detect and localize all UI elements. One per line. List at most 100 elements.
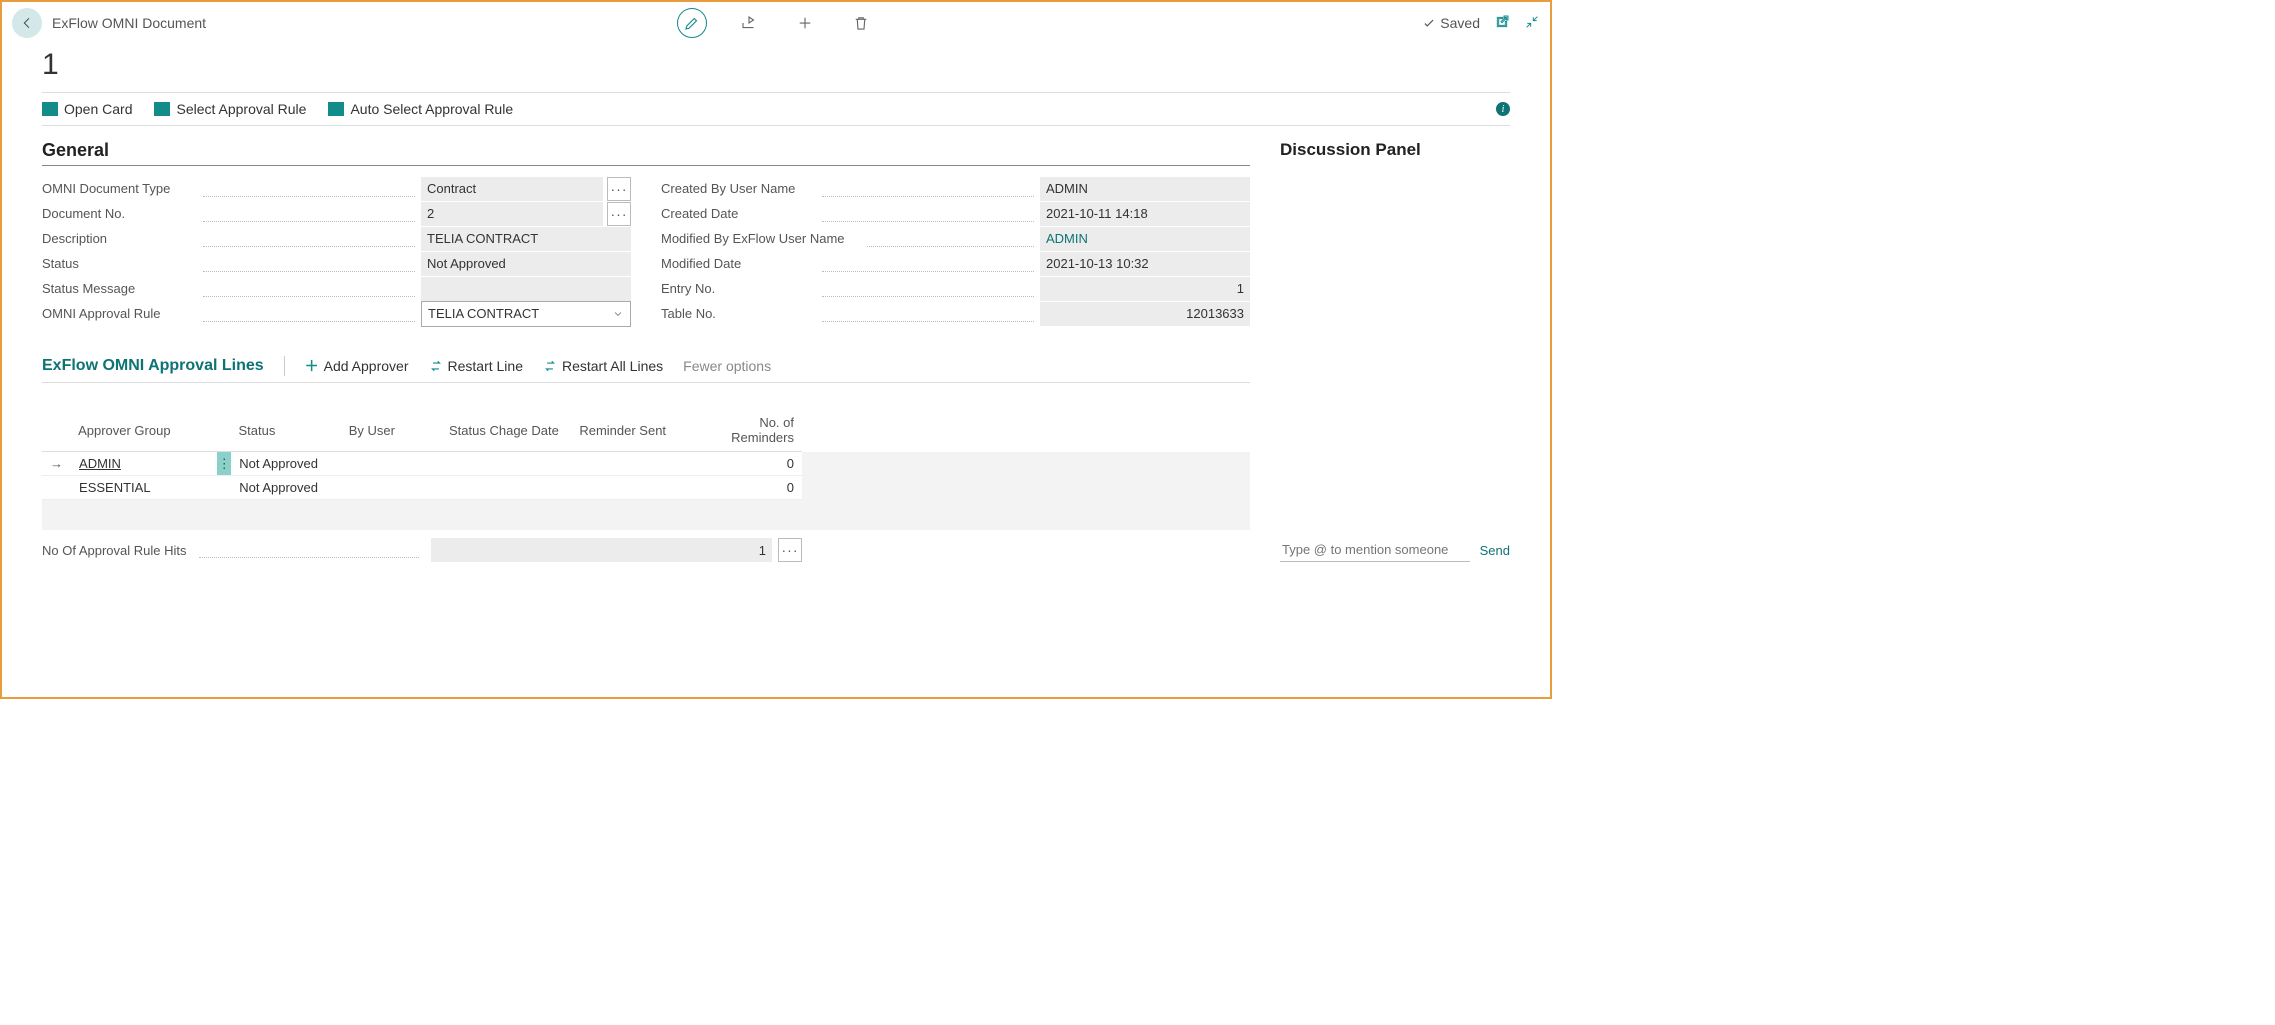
auto-select-rule-action[interactable]: Auto Select Approval Rule (328, 101, 513, 117)
created-by-label: Created By User Name (661, 181, 816, 196)
status-msg-label: Status Message (42, 281, 197, 296)
cell-by-user (341, 476, 441, 500)
info-button[interactable]: i (1496, 102, 1510, 116)
form-left-column: OMNI Document Type Contract ··· Document… (42, 176, 631, 326)
header-toolbar (677, 8, 875, 38)
rule-hits-lookup[interactable]: ··· (778, 538, 802, 562)
restart-line-action[interactable]: Restart Line (429, 358, 523, 374)
col-no-reminders[interactable]: No. of Reminders (692, 409, 802, 452)
cell-status-change-date (441, 452, 571, 476)
breadcrumb: ExFlow OMNI Document (52, 15, 206, 31)
edit-button[interactable] (677, 8, 707, 38)
doc-no-lookup[interactable]: ··· (607, 202, 631, 226)
table-no-value: 12013633 (1040, 302, 1250, 326)
doc-type-label: OMNI Document Type (42, 181, 197, 196)
doc-no-value[interactable]: 2 (421, 202, 603, 226)
restart-all-label: Restart All Lines (562, 358, 663, 374)
card-icon (42, 102, 58, 116)
add-approver-action[interactable]: ＋ Add Approver (305, 356, 409, 376)
restart-line-label: Restart Line (448, 358, 523, 374)
record-number: 1 (42, 48, 1510, 82)
col-reminder-sent[interactable]: Reminder Sent (571, 409, 691, 452)
lines-title: ExFlow OMNI Approval Lines (42, 357, 264, 375)
discussion-panel: Discussion Panel Send (1280, 140, 1510, 562)
col-approver-group[interactable]: Approver Group (70, 409, 200, 452)
description-value[interactable]: TELIA CONTRACT (421, 227, 631, 251)
modified-date-value: 2021-10-13 10:32 (1040, 252, 1250, 276)
approval-rule-select[interactable]: TELIA CONTRACT (421, 301, 631, 327)
modified-date-label: Modified Date (661, 256, 816, 271)
modified-by-value[interactable]: ADMIN (1040, 227, 1250, 251)
back-button[interactable] (12, 8, 42, 38)
entry-no-label: Entry No. (661, 281, 816, 296)
saved-label: Saved (1440, 15, 1480, 31)
rule-hits-value: 1 (431, 538, 772, 562)
rule-hits-label: No Of Approval Rule Hits (42, 543, 187, 558)
cell-reminder-sent (572, 452, 692, 476)
cell-no-reminders: 0 (692, 476, 802, 500)
check-icon (1422, 16, 1436, 30)
popout-icon (1494, 14, 1510, 30)
new-button[interactable] (791, 9, 819, 37)
cell-status: Not Approved (231, 452, 341, 476)
modified-by-label: Modified By ExFlow User Name (661, 231, 861, 246)
form-right-column: Created By User Name ADMIN Created Date … (661, 176, 1250, 326)
delete-button[interactable] (847, 9, 875, 37)
status-value: Not Approved (421, 252, 631, 276)
status-msg-value (421, 277, 631, 301)
description-label: Description (42, 231, 197, 246)
share-button[interactable] (735, 9, 763, 37)
open-card-label: Open Card (64, 101, 132, 117)
cell-by-user (341, 452, 441, 476)
col-by-user[interactable]: By User (341, 409, 441, 452)
status-label: Status (42, 256, 197, 271)
entry-no-value: 1 (1040, 277, 1250, 301)
discussion-title: Discussion Panel (1280, 140, 1510, 160)
row-indicator-icon: → (50, 456, 63, 471)
share-icon (740, 14, 758, 32)
swap-icon (429, 359, 443, 373)
trash-icon (852, 14, 870, 32)
fewer-options[interactable]: Fewer options (683, 358, 771, 374)
page-header: ExFlow OMNI Document Saved (2, 2, 1550, 44)
row-menu-button[interactable]: ⋮ (217, 452, 231, 475)
cell-no-reminders: 0 (692, 452, 802, 476)
approval-rule-value: TELIA CONTRACT (428, 306, 539, 321)
add-approver-label: Add Approver (324, 358, 409, 374)
general-section-title: General (42, 140, 1250, 166)
approval-lines-grid: Approver Group Status By User Status Cha… (42, 409, 1250, 562)
arrow-left-icon (19, 15, 35, 31)
cell-status-change-date (441, 476, 571, 500)
action-bar: Open Card Select Approval Rule Auto Sele… (42, 92, 1510, 126)
doc-type-lookup[interactable]: ··· (607, 177, 631, 201)
restart-all-action[interactable]: Restart All Lines (543, 358, 663, 374)
discussion-input[interactable] (1280, 538, 1470, 562)
collapse-button[interactable] (1524, 14, 1540, 33)
created-date-value: 2021-10-11 14:18 (1040, 202, 1250, 226)
swap-icon (543, 359, 557, 373)
plus-icon: ＋ (305, 356, 319, 376)
table-row[interactable]: → ADMIN ⋮ Not Approved 0 (42, 452, 802, 476)
col-status[interactable]: Status (230, 409, 340, 452)
cell-approver-group[interactable]: ESSENTIAL (71, 476, 201, 500)
send-button[interactable]: Send (1480, 543, 1510, 558)
plus-icon (796, 14, 814, 32)
collapse-icon (1524, 14, 1540, 30)
created-date-label: Created Date (661, 206, 816, 221)
approval-rule-label: OMNI Approval Rule (42, 306, 197, 321)
col-status-change-date[interactable]: Status Chage Date (441, 409, 571, 452)
table-row[interactable]: ESSENTIAL Not Approved 0 (42, 476, 802, 500)
cell-reminder-sent (572, 476, 692, 500)
cell-approver-group[interactable]: ADMIN (79, 456, 121, 471)
popout-button[interactable] (1494, 14, 1510, 33)
doc-type-value[interactable]: Contract (421, 177, 603, 201)
grid-header-row: Approver Group Status By User Status Cha… (42, 409, 802, 452)
pencil-icon (683, 14, 701, 32)
select-rule-action[interactable]: Select Approval Rule (154, 101, 306, 117)
header-right: Saved (1422, 14, 1540, 33)
saved-indicator: Saved (1422, 15, 1480, 31)
list-icon (154, 102, 170, 116)
auto-select-rule-label: Auto Select Approval Rule (350, 101, 513, 117)
doc-no-label: Document No. (42, 206, 197, 221)
open-card-action[interactable]: Open Card (42, 101, 132, 117)
